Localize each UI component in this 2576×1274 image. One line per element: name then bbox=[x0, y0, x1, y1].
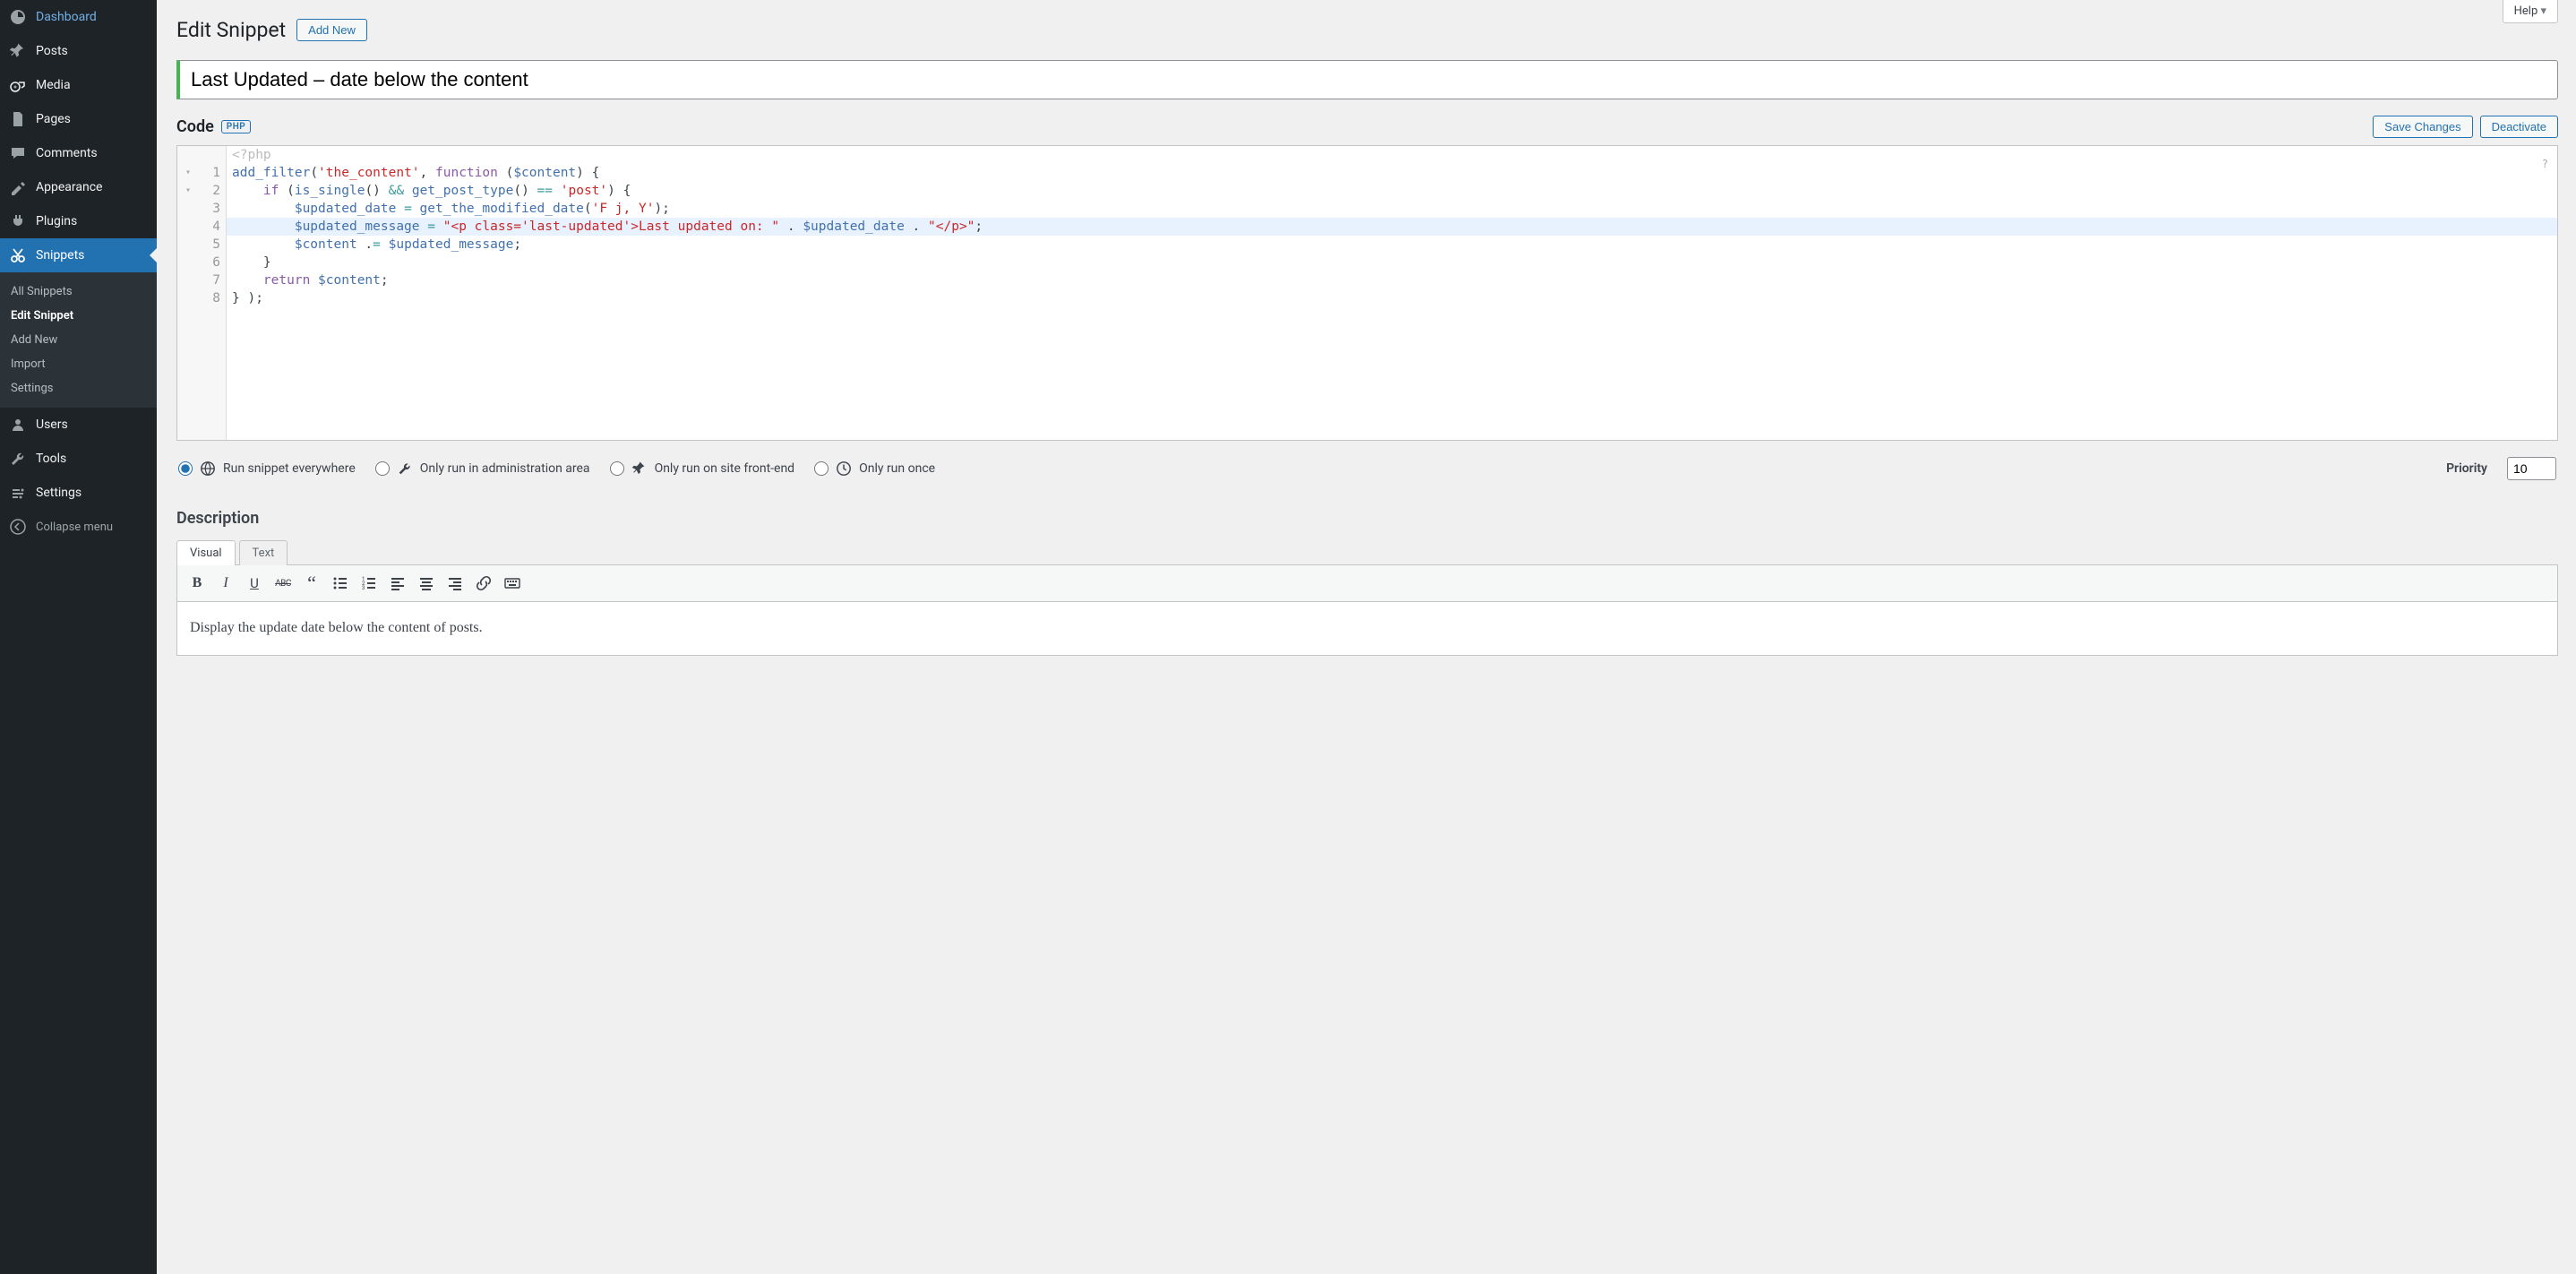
scope-label: Only run on site front-end bbox=[655, 461, 795, 476]
deactivate-button[interactable]: Deactivate bbox=[2480, 116, 2558, 138]
add-new-button[interactable]: Add New bbox=[296, 19, 367, 41]
code-editor[interactable]: ▾1 ▾2 3 4 5 6 7 8 <?php add_filter('the_… bbox=[176, 145, 2558, 441]
menu-comments[interactable]: Comments bbox=[0, 136, 157, 170]
menu-label: Users bbox=[36, 417, 68, 432]
scope-everywhere[interactable]: Run snippet everywhere bbox=[178, 461, 356, 477]
wrench-icon bbox=[397, 461, 413, 477]
collapse-label: Collapse menu bbox=[36, 521, 113, 534]
save-changes-button[interactable]: Save Changes bbox=[2373, 116, 2472, 138]
menu-label: Snippets bbox=[36, 248, 84, 263]
menu-snippets[interactable]: Snippets bbox=[0, 238, 157, 272]
menu-users[interactable]: Users bbox=[0, 408, 157, 442]
quote-button[interactable]: “ bbox=[299, 571, 324, 596]
menu-label: Settings bbox=[36, 486, 82, 500]
scope-label: Run snippet everywhere bbox=[223, 461, 356, 476]
keyboard-button[interactable] bbox=[500, 571, 525, 596]
scope-frontend[interactable]: Only run on site front-end bbox=[610, 461, 795, 477]
collapse-icon bbox=[9, 518, 27, 536]
tools-icon bbox=[9, 450, 27, 468]
menu-label: Plugins bbox=[36, 214, 77, 228]
italic-button[interactable]: I bbox=[213, 571, 238, 596]
tab-text[interactable]: Text bbox=[239, 540, 288, 565]
menu-posts[interactable]: Posts bbox=[0, 34, 157, 68]
menu-settings[interactable]: Settings bbox=[0, 476, 157, 510]
pin-icon bbox=[9, 42, 27, 60]
menu-label: Appearance bbox=[36, 180, 102, 194]
snippets-icon bbox=[9, 246, 27, 264]
bold-button[interactable]: B bbox=[185, 571, 210, 596]
scope-once[interactable]: Only run once bbox=[814, 461, 935, 477]
clock-icon bbox=[836, 461, 852, 477]
editor-help-icon[interactable]: ? bbox=[2542, 155, 2548, 173]
admin-sidebar: Dashboard Posts Media Pages Comments App… bbox=[0, 0, 157, 1274]
media-icon bbox=[9, 76, 27, 94]
plugins-icon bbox=[9, 212, 27, 230]
ul-button[interactable] bbox=[328, 571, 353, 596]
scope-label: Only run in administration area bbox=[420, 461, 590, 476]
submenu-add[interactable]: Add New bbox=[0, 328, 157, 352]
code-heading: Code bbox=[176, 117, 214, 136]
svg-text:3: 3 bbox=[362, 585, 365, 591]
scope-row: Run snippet everywhere Only run in admin… bbox=[176, 441, 2558, 496]
settings-icon bbox=[9, 484, 27, 502]
collapse-menu[interactable]: Collapse menu bbox=[0, 510, 157, 544]
editor-toolbar: B I U ABC “ 123 bbox=[176, 564, 2558, 602]
menu-media[interactable]: Media bbox=[0, 68, 157, 102]
description-body[interactable]: Display the update date below the conten… bbox=[176, 602, 2558, 656]
main-content: Help Edit Snippet Add New Code PHP Save … bbox=[157, 0, 2576, 1274]
submenu-snippets: All Snippets Edit Snippet Add New Import… bbox=[0, 272, 157, 408]
page-title: Edit Snippet bbox=[176, 18, 286, 42]
align-left-button[interactable] bbox=[385, 571, 410, 596]
menu-dashboard[interactable]: Dashboard bbox=[0, 0, 157, 34]
help-tab[interactable]: Help bbox=[2503, 0, 2558, 23]
submenu-import[interactable]: Import bbox=[0, 352, 157, 376]
underline-button[interactable]: U bbox=[242, 571, 267, 596]
scope-radio[interactable] bbox=[178, 461, 193, 476]
ol-button[interactable]: 123 bbox=[356, 571, 382, 596]
menu-label: Posts bbox=[36, 44, 68, 58]
menu-label: Comments bbox=[36, 146, 98, 160]
scope-label: Only run once bbox=[859, 461, 935, 476]
appearance-icon bbox=[9, 178, 27, 196]
comments-icon bbox=[9, 144, 27, 162]
pages-icon bbox=[9, 110, 27, 128]
menu-label: Pages bbox=[36, 112, 71, 126]
pin-icon bbox=[631, 461, 648, 477]
scope-radio[interactable] bbox=[610, 461, 624, 476]
dashboard-icon bbox=[9, 8, 27, 26]
users-icon bbox=[9, 416, 27, 434]
menu-plugins[interactable]: Plugins bbox=[0, 204, 157, 238]
priority-label: Priority bbox=[2446, 461, 2487, 476]
submenu-settings[interactable]: Settings bbox=[0, 376, 157, 400]
globe-icon bbox=[200, 461, 216, 477]
menu-pages[interactable]: Pages bbox=[0, 102, 157, 136]
scope-radio[interactable] bbox=[814, 461, 829, 476]
align-center-button[interactable] bbox=[414, 571, 439, 596]
priority-input[interactable] bbox=[2507, 457, 2556, 480]
menu-tools[interactable]: Tools bbox=[0, 442, 157, 476]
menu-appearance[interactable]: Appearance bbox=[0, 170, 157, 204]
strike-button[interactable]: ABC bbox=[270, 571, 296, 596]
align-right-button[interactable] bbox=[442, 571, 468, 596]
php-badge: PHP bbox=[221, 120, 251, 133]
snippet-title-input[interactable] bbox=[176, 60, 2558, 99]
tab-visual[interactable]: Visual bbox=[176, 540, 236, 565]
code-gutter: ▾1 ▾2 3 4 5 6 7 8 bbox=[177, 146, 227, 440]
submenu-edit[interactable]: Edit Snippet bbox=[0, 304, 157, 328]
menu-label: Tools bbox=[36, 452, 66, 466]
scope-admin[interactable]: Only run in administration area bbox=[375, 461, 590, 477]
submenu-all[interactable]: All Snippets bbox=[0, 280, 157, 304]
scope-radio[interactable] bbox=[375, 461, 390, 476]
description-heading: Description bbox=[176, 509, 2558, 528]
menu-label: Media bbox=[36, 78, 71, 92]
link-button[interactable] bbox=[471, 571, 496, 596]
description-tabs: Visual Text bbox=[176, 540, 2558, 564]
menu-label: Dashboard bbox=[36, 10, 97, 24]
code-area[interactable]: <?php add_filter('the_content', function… bbox=[227, 146, 2557, 440]
